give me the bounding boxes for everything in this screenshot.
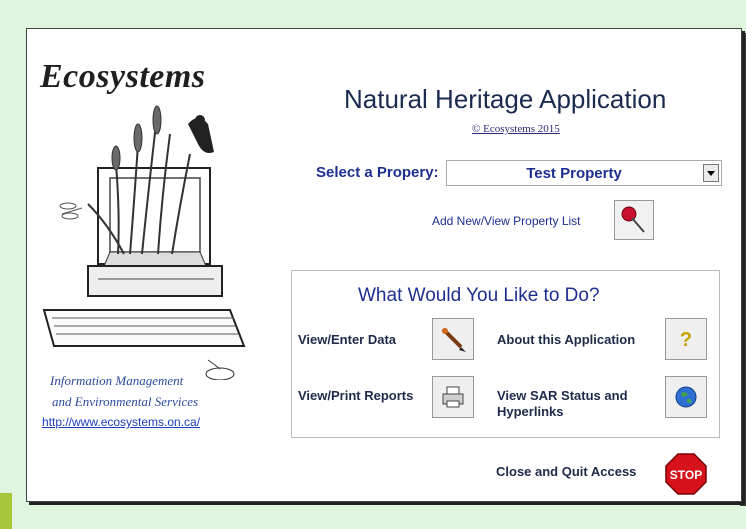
sar-status-label-line1: View SAR Status and <box>497 388 628 403</box>
property-list-button[interactable] <box>614 200 654 240</box>
view-print-reports-button[interactable] <box>432 376 474 418</box>
ecosystems-logo-illustration <box>42 105 246 380</box>
view-enter-data-button[interactable] <box>432 318 474 360</box>
pushpin-icon <box>621 206 645 233</box>
select-property-label: Select a Propery: <box>316 164 439 181</box>
stop-sign-icon: STOP <box>665 453 707 495</box>
app-title: Natural Heritage Application <box>344 84 667 114</box>
website-link[interactable]: http://www.ecosystems.on.ca/ <box>42 415 200 429</box>
about-application-button[interactable]: ? <box>665 318 707 360</box>
stop-sign-text: STOP <box>670 468 702 482</box>
svg-text:?: ? <box>680 329 692 351</box>
property-select[interactable]: Test Property <box>446 160 722 186</box>
add-view-property-link[interactable]: Add New/View Property List <box>432 214 581 228</box>
logo-title: Ecosystems <box>40 58 206 95</box>
corner-accent <box>0 493 12 529</box>
sar-status-button[interactable] <box>665 376 707 418</box>
sar-status-label-line2: Hyperlinks <box>497 404 564 419</box>
view-print-reports-label: View/Print Reports <box>298 388 414 403</box>
dropdown-arrow-icon[interactable] <box>703 164 719 182</box>
close-quit-label: Close and Quit Access <box>496 464 637 479</box>
logo-caption-line1: Information Management <box>50 373 184 388</box>
printer-icon <box>442 386 464 408</box>
logo-caption-line2: and Environmental Services <box>52 394 199 409</box>
property-select-value: Test Property <box>526 165 622 182</box>
question-mark-icon: ? <box>680 329 692 351</box>
globe-icon <box>675 386 697 408</box>
copyright-text: © Ecosystems 2015 <box>472 123 560 135</box>
close-quit-button[interactable]: STOP <box>664 452 708 496</box>
view-enter-data-label: View/Enter Data <box>298 332 397 347</box>
actions-heading: What Would You Like to Do? <box>358 285 600 306</box>
about-application-label: About this Application <box>497 332 636 347</box>
pen-icon <box>441 327 466 352</box>
